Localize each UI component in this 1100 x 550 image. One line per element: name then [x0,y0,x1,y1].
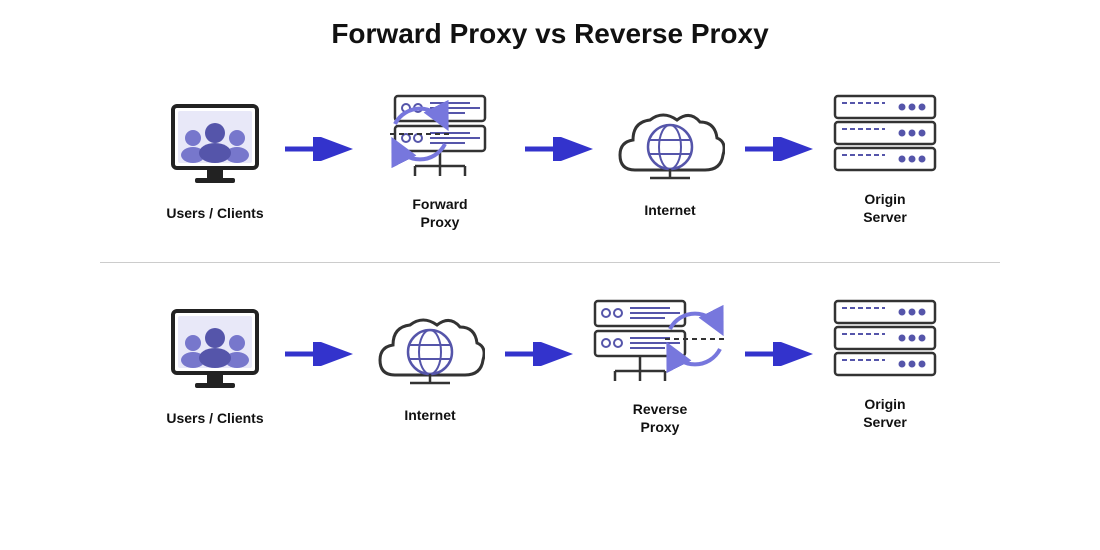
monitor-icon-top [165,98,265,198]
internet-label-top: Internet [644,201,695,219]
node-users-top: Users / Clients [150,98,280,222]
users-label-bottom: Users / Clients [166,409,263,427]
origin-server-label-top: OriginServer [863,190,907,226]
arrow-3-top [740,60,820,260]
cloud-icon-top [615,100,725,195]
circular-arrows-forward [375,89,465,179]
node-reverse-proxy: ReverseProxy [580,294,740,436]
arrow-1-bottom [280,265,360,465]
diagram: Users / Clients [20,60,1080,465]
arrow-2-top [520,60,600,260]
circular-arrows-reverse [650,294,740,384]
node-forward-proxy: ForwardProxy [360,89,520,231]
node-origin-server-top: OriginServer [820,94,950,226]
forward-proxy-label: ForwardProxy [412,195,467,231]
cloud-icon-bottom [375,305,485,400]
node-internet-top: Internet [600,100,740,219]
page-title: Forward Proxy vs Reverse Proxy [331,18,768,50]
arrow-1-top [280,60,360,260]
internet-label-bottom: Internet [404,406,455,424]
reverse-proxy-row: Users / Clients [20,265,1080,465]
node-users-bottom: Users / Clients [150,303,280,427]
server-stack-origin-bottom [830,299,940,389]
row-divider [100,262,1000,263]
users-label-top: Users / Clients [166,204,263,222]
node-origin-server-bottom: OriginServer [820,299,950,431]
forward-proxy-row: Users / Clients [20,60,1080,260]
monitor-icon-bottom [165,303,265,403]
server-stack-origin-top [830,94,940,184]
reverse-proxy-label: ReverseProxy [633,400,688,436]
arrow-3-bottom [740,265,820,465]
node-internet-bottom: Internet [360,305,500,424]
origin-server-label-bottom: OriginServer [863,395,907,431]
arrow-2-bottom [500,265,580,465]
